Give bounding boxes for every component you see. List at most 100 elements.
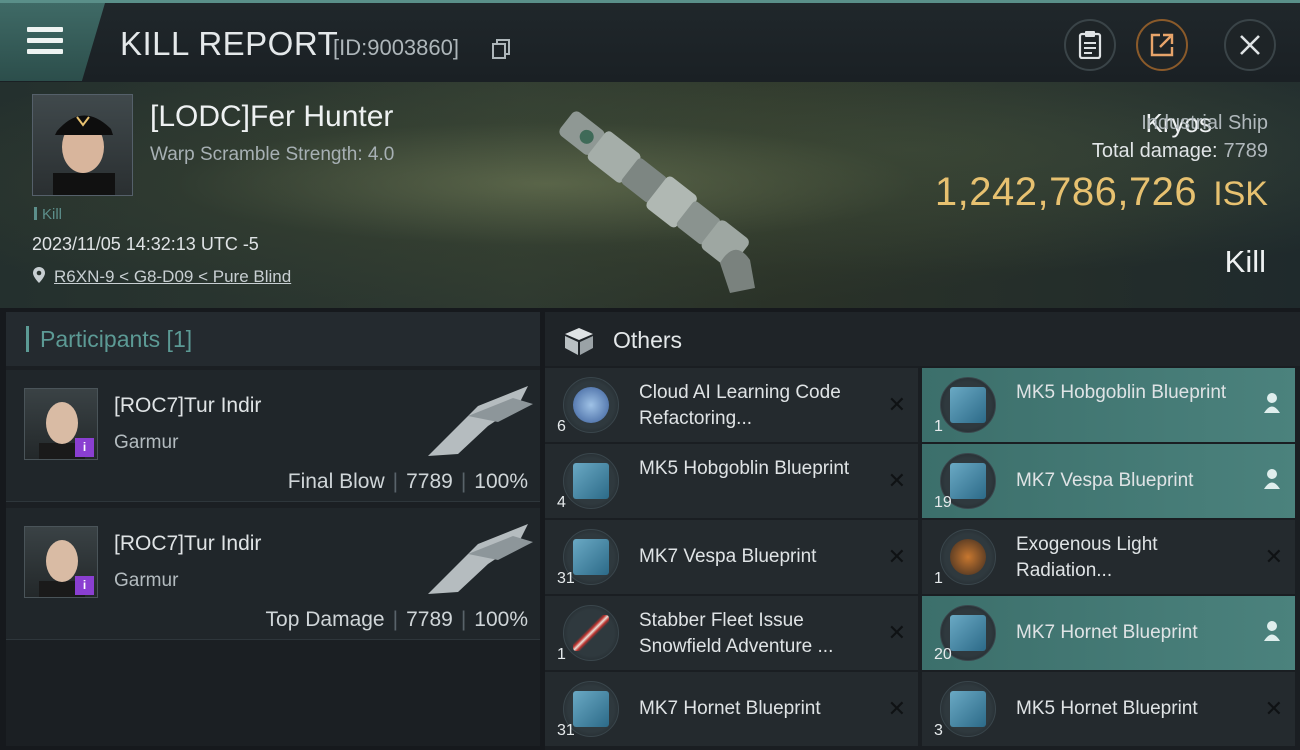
- participant-percent: 100%: [474, 608, 528, 631]
- list-item[interactable]: 1 MK5 Hobgoblin Blueprint: [922, 368, 1295, 442]
- item-name: MK7 Vespa Blueprint: [639, 546, 817, 567]
- participant-damage: 7789: [406, 470, 453, 493]
- participant-name: [ROC7]Tur Indir: [114, 394, 262, 417]
- victim-ship-class: Industrial Ship: [1141, 112, 1268, 134]
- destroyed-icon: ✕: [887, 696, 906, 721]
- item-quantity: 1: [934, 418, 943, 435]
- others-header[interactable]: Others: [545, 312, 1300, 366]
- list-item[interactable]: 1 Exogenous Light Radiation... ✕: [922, 520, 1295, 594]
- item-name: Stabber Fleet Issue Snowfield Adventure …: [639, 610, 834, 657]
- location-pin-icon: [33, 267, 45, 283]
- item-icon: [563, 453, 619, 509]
- kill-result: Kill: [1224, 244, 1266, 279]
- participant-ship: Garmur: [114, 570, 179, 591]
- isk-value-row: 1,242,786,726 ISK: [935, 170, 1268, 215]
- participants-header[interactable]: Participants [1]: [6, 312, 540, 366]
- clipboard-button[interactable]: [1064, 19, 1116, 71]
- participant-damage: 7789: [406, 608, 453, 631]
- item-name: MK5 Hobgoblin Blueprint: [639, 458, 850, 479]
- list-item[interactable]: 3 MK5 Hornet Blueprint ✕: [922, 672, 1295, 746]
- participant-row[interactable]: i [ROC7]Tur Indir Garmur Final Blow | 7789…: [6, 370, 540, 502]
- list-item[interactable]: 31 MK7 Vespa Blueprint ✕: [545, 520, 918, 594]
- destroyed-icon: ✕: [887, 392, 906, 417]
- destroyed-icon: ✕: [887, 620, 906, 645]
- share-button[interactable]: [1136, 19, 1188, 71]
- dropped-user-icon: [1264, 393, 1280, 413]
- item-name: Cloud AI Learning Code Refactoring...: [639, 382, 841, 429]
- info-badge[interactable]: i: [75, 438, 94, 457]
- participant-name: [ROC7]Tur Indir: [114, 532, 262, 555]
- participant-stats: Top Damage | 7789 | 100%: [265, 608, 528, 631]
- kill-location-link[interactable]: R6XN-9 < G8-D09 < Pure Blind: [54, 267, 291, 287]
- list-item[interactable]: 4 MK5 Hobgoblin Blueprint ✕: [545, 444, 918, 518]
- victim-portrait[interactable]: [32, 94, 133, 196]
- copy-icon[interactable]: [492, 39, 510, 59]
- report-id: [ID:9003860]: [333, 35, 459, 60]
- item-quantity: 31: [557, 570, 575, 587]
- participant-row[interactable]: i [ROC7]Tur Indir Garmur Top Damage | 7789…: [6, 508, 540, 640]
- list-item[interactable]: 20 MK7 Hornet Blueprint: [922, 596, 1295, 670]
- victim-name[interactable]: [LODC]Fer Hunter: [150, 100, 393, 134]
- item-name: MK7 Hornet Blueprint: [1016, 622, 1198, 643]
- participant-percent: 100%: [474, 470, 528, 493]
- participant-ship: Garmur: [114, 432, 179, 453]
- clipboard-icon: [1078, 31, 1102, 59]
- item-quantity: 19: [934, 494, 952, 511]
- item-name: MK5 Hobgoblin Blueprint: [1016, 382, 1227, 403]
- others-title: Others: [613, 327, 683, 353]
- kill-datetime: 2023/11/05 14:32:13 UTC -5: [32, 234, 259, 254]
- close-icon: [1240, 35, 1260, 55]
- isk-value: 1,242,786,726: [934, 170, 1198, 214]
- item-icon: [940, 377, 996, 433]
- item-icon: [563, 377, 619, 433]
- participants-title: Participants [1]: [40, 326, 193, 352]
- item-quantity: 20: [934, 646, 952, 663]
- page-title: KILL REPORT: [120, 25, 339, 62]
- warp-scramble-strength: Warp Scramble Strength: 4.0: [150, 144, 395, 165]
- destroyed-icon: ✕: [1264, 696, 1283, 721]
- participant-role: Top Damage: [265, 608, 385, 631]
- participants-panel: Participants [1] i [ROC7]Tur Indir Garmu…: [6, 312, 540, 746]
- victim-banner: [LODC]Fer Hunter Warp Scramble Strength:…: [0, 82, 1300, 308]
- dropped-user-icon: [1264, 621, 1280, 641]
- destroyed-icon: ✕: [887, 544, 906, 569]
- item-quantity: 4: [557, 494, 566, 511]
- list-item[interactable]: 19 MK7 Vespa Blueprint: [922, 444, 1295, 518]
- share-icon: [1150, 33, 1174, 57]
- close-button[interactable]: [1224, 19, 1276, 71]
- participant-role: Final Blow: [287, 470, 385, 493]
- item-icon: [563, 605, 619, 661]
- item-quantity: 31: [557, 722, 575, 739]
- participant-ship-image: [428, 524, 533, 594]
- item-name: MK5 Hornet Blueprint: [1016, 698, 1198, 719]
- total-damage-value: 7789: [1223, 140, 1269, 162]
- participant-stats: Final Blow | 7789 | 100%: [287, 470, 528, 493]
- item-name: Exogenous Light Radiation...: [1016, 534, 1158, 581]
- item-quantity: 1: [934, 570, 943, 587]
- list-item[interactable]: 31 MK7 Hornet Blueprint ✕: [545, 672, 918, 746]
- list-item[interactable]: 6 Cloud AI Learning Code Refactoring... …: [545, 368, 918, 442]
- list-item[interactable]: 1 Stabber Fleet Issue Snowfield Adventur…: [545, 596, 918, 670]
- participant-ship-image: [428, 386, 533, 456]
- dropped-user-icon: [1264, 469, 1280, 489]
- isk-unit: ISK: [1213, 175, 1268, 213]
- item-name: MK7 Hornet Blueprint: [639, 698, 821, 719]
- destroyed-icon: ✕: [887, 468, 906, 493]
- item-quantity: 6: [557, 418, 566, 435]
- destroyed-icon: ✕: [1264, 544, 1283, 569]
- total-damage-label: Total damage:: [1091, 140, 1218, 162]
- victim-ship-image: [559, 111, 755, 293]
- menu-button[interactable]: [0, 3, 105, 81]
- info-badge[interactable]: i: [75, 576, 94, 595]
- item-quantity: 1: [557, 646, 566, 663]
- item-icon: [940, 681, 996, 737]
- menu-icon: [27, 27, 63, 55]
- total-damage: Total damage: 7789: [1092, 140, 1268, 163]
- item-name: MK7 Vespa Blueprint: [1016, 470, 1194, 491]
- item-icon: [940, 529, 996, 585]
- others-panel: Others 6 Cloud AI Learning Code Refactor…: [545, 312, 1300, 750]
- header-bar: KILL REPORT [ID:9003860]: [0, 0, 1300, 82]
- item-quantity: 3: [934, 722, 943, 739]
- kill-tag: Kill: [34, 206, 62, 223]
- cargo-box-icon: [565, 328, 593, 355]
